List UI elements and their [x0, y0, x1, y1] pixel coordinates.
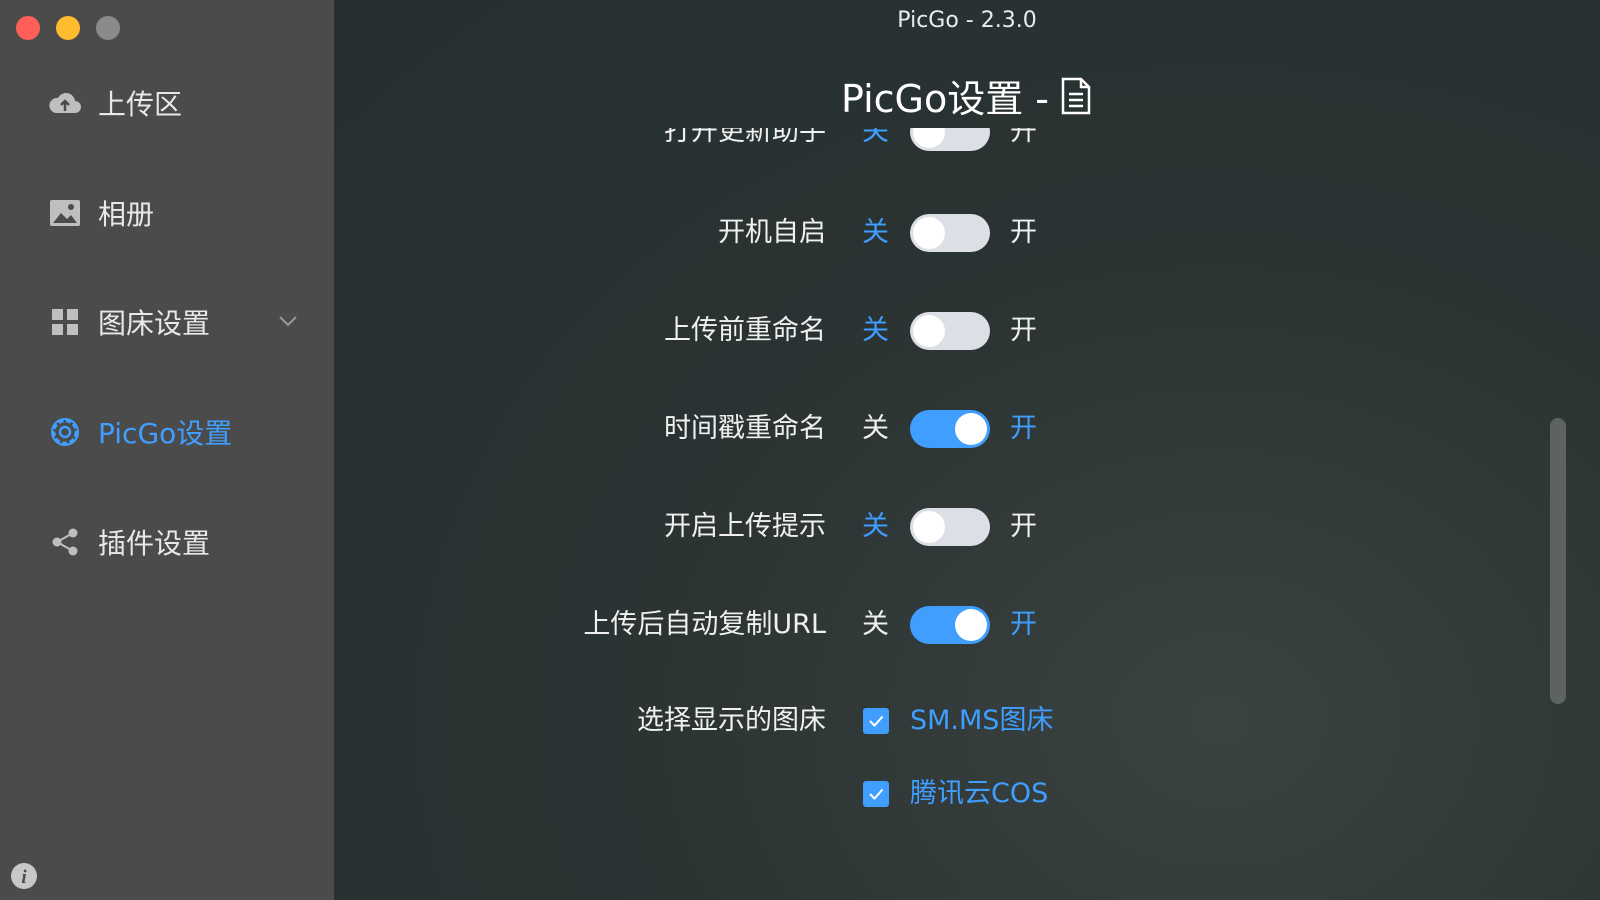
- close-window-button[interactable]: [16, 16, 40, 40]
- setting-row-picbed-select-2: 腾讯云COS: [334, 774, 1600, 814]
- switch-off-label[interactable]: 关: [862, 311, 889, 351]
- share-icon: [48, 525, 82, 559]
- rename-before-upload-switch[interactable]: [910, 312, 990, 350]
- setting-label: 时间戳重命名: [664, 413, 826, 444]
- switch-off-label[interactable]: 关: [862, 128, 889, 152]
- setting-row-update-helper: 打开更新助手 关 开: [334, 128, 1600, 152]
- svg-text:i: i: [21, 867, 27, 888]
- sidebar-item-label: PicGo设置: [98, 417, 233, 450]
- sidebar-item-label: 上传区: [98, 88, 183, 121]
- sidebar-item-picgo-settings[interactable]: PicGo设置: [48, 412, 232, 452]
- settings-scroll-area[interactable]: 打开更新助手 关 开 开机自启 关 开 上传前重命名 关 开 时间戳重命名 关: [334, 128, 1600, 900]
- switch-off-label[interactable]: 关: [862, 507, 889, 547]
- app-window: 上传区 相册 图床设置 PicGo设置 插件设置 i PicGo - 2.3.0…: [0, 0, 1600, 900]
- maximize-window-button[interactable]: [96, 16, 120, 40]
- document-icon[interactable]: [1059, 76, 1093, 116]
- sidebar-item-label: 图床设置: [98, 307, 211, 340]
- switch-off-label[interactable]: 关: [862, 605, 889, 645]
- setting-label: 开启上传提示: [664, 511, 826, 542]
- window-title: PicGo - 2.3.0: [897, 8, 1037, 33]
- checkmark-icon: [869, 715, 884, 727]
- scrollbar[interactable]: [1550, 418, 1566, 704]
- switch-on-label[interactable]: 开: [1010, 128, 1037, 152]
- switch-on-label[interactable]: 开: [1010, 605, 1037, 645]
- sidebar-item-label: 插件设置: [98, 527, 211, 560]
- checkbox-label[interactable]: 腾讯云COS: [910, 774, 1048, 814]
- auto-start-switch[interactable]: [910, 214, 990, 252]
- sidebar-item-plugin-settings[interactable]: 插件设置: [48, 522, 210, 562]
- setting-label: 打开更新助手: [664, 128, 826, 147]
- switch-on-label[interactable]: 开: [1010, 311, 1037, 351]
- switch-on-label[interactable]: 开: [1010, 213, 1037, 253]
- sidebar-item-gallery[interactable]: 相册: [48, 193, 154, 233]
- tencent-cos-checkbox[interactable]: [863, 781, 889, 807]
- sidebar-item-upload[interactable]: 上传区: [48, 83, 182, 123]
- checkbox-label[interactable]: SM.MS图床: [910, 701, 1053, 741]
- setting-row-auto-start: 开机自启 关 开: [334, 213, 1600, 253]
- setting-row-auto-copy-url: 上传后自动复制URL 关 开: [334, 605, 1600, 645]
- grid-icon: [48, 305, 82, 339]
- switch-off-label[interactable]: 关: [862, 409, 889, 449]
- page-title: PicGo设置 -: [334, 68, 1600, 123]
- sidebar: 上传区 相册 图床设置 PicGo设置 插件设置 i: [0, 0, 334, 900]
- switch-off-label[interactable]: 关: [862, 213, 889, 253]
- setting-row-upload-notification: 开启上传提示 关 开: [334, 507, 1600, 547]
- upload-notification-switch[interactable]: [910, 508, 990, 546]
- checkmark-icon: [869, 788, 884, 800]
- switch-on-label[interactable]: 开: [1010, 507, 1037, 547]
- update-helper-switch[interactable]: [910, 128, 990, 151]
- gear-icon: [48, 415, 82, 449]
- page-title-text: PicGo设置 -: [840, 77, 1050, 121]
- switch-on-label[interactable]: 开: [1010, 409, 1037, 449]
- sidebar-item-picbed-settings[interactable]: 图床设置: [48, 302, 210, 342]
- setting-row-picbed-select: 选择显示的图床 SM.MS图床: [334, 701, 1600, 741]
- info-icon[interactable]: i: [10, 862, 38, 890]
- timestamp-rename-switch[interactable]: [910, 410, 990, 448]
- setting-label: 开机自启: [718, 217, 826, 248]
- chevron-down-icon[interactable]: [278, 314, 298, 328]
- minimize-window-button[interactable]: [56, 16, 80, 40]
- cloud-upload-icon: [48, 86, 82, 120]
- sidebar-item-label: 相册: [98, 198, 155, 231]
- smms-checkbox[interactable]: [863, 708, 889, 734]
- image-icon: [48, 196, 82, 230]
- setting-row-rename-before-upload: 上传前重命名 关 开: [334, 311, 1600, 351]
- setting-label: 上传后自动复制URL: [583, 609, 826, 640]
- auto-copy-url-switch[interactable]: [910, 606, 990, 644]
- setting-row-timestamp-rename: 时间戳重命名 关 开: [334, 409, 1600, 449]
- setting-label: 选择显示的图床: [637, 705, 826, 736]
- main-content: PicGo - 2.3.0 PicGo设置 - 打开更新助手 关 开 开机自启 …: [334, 0, 1600, 900]
- setting-label: 上传前重命名: [664, 315, 826, 346]
